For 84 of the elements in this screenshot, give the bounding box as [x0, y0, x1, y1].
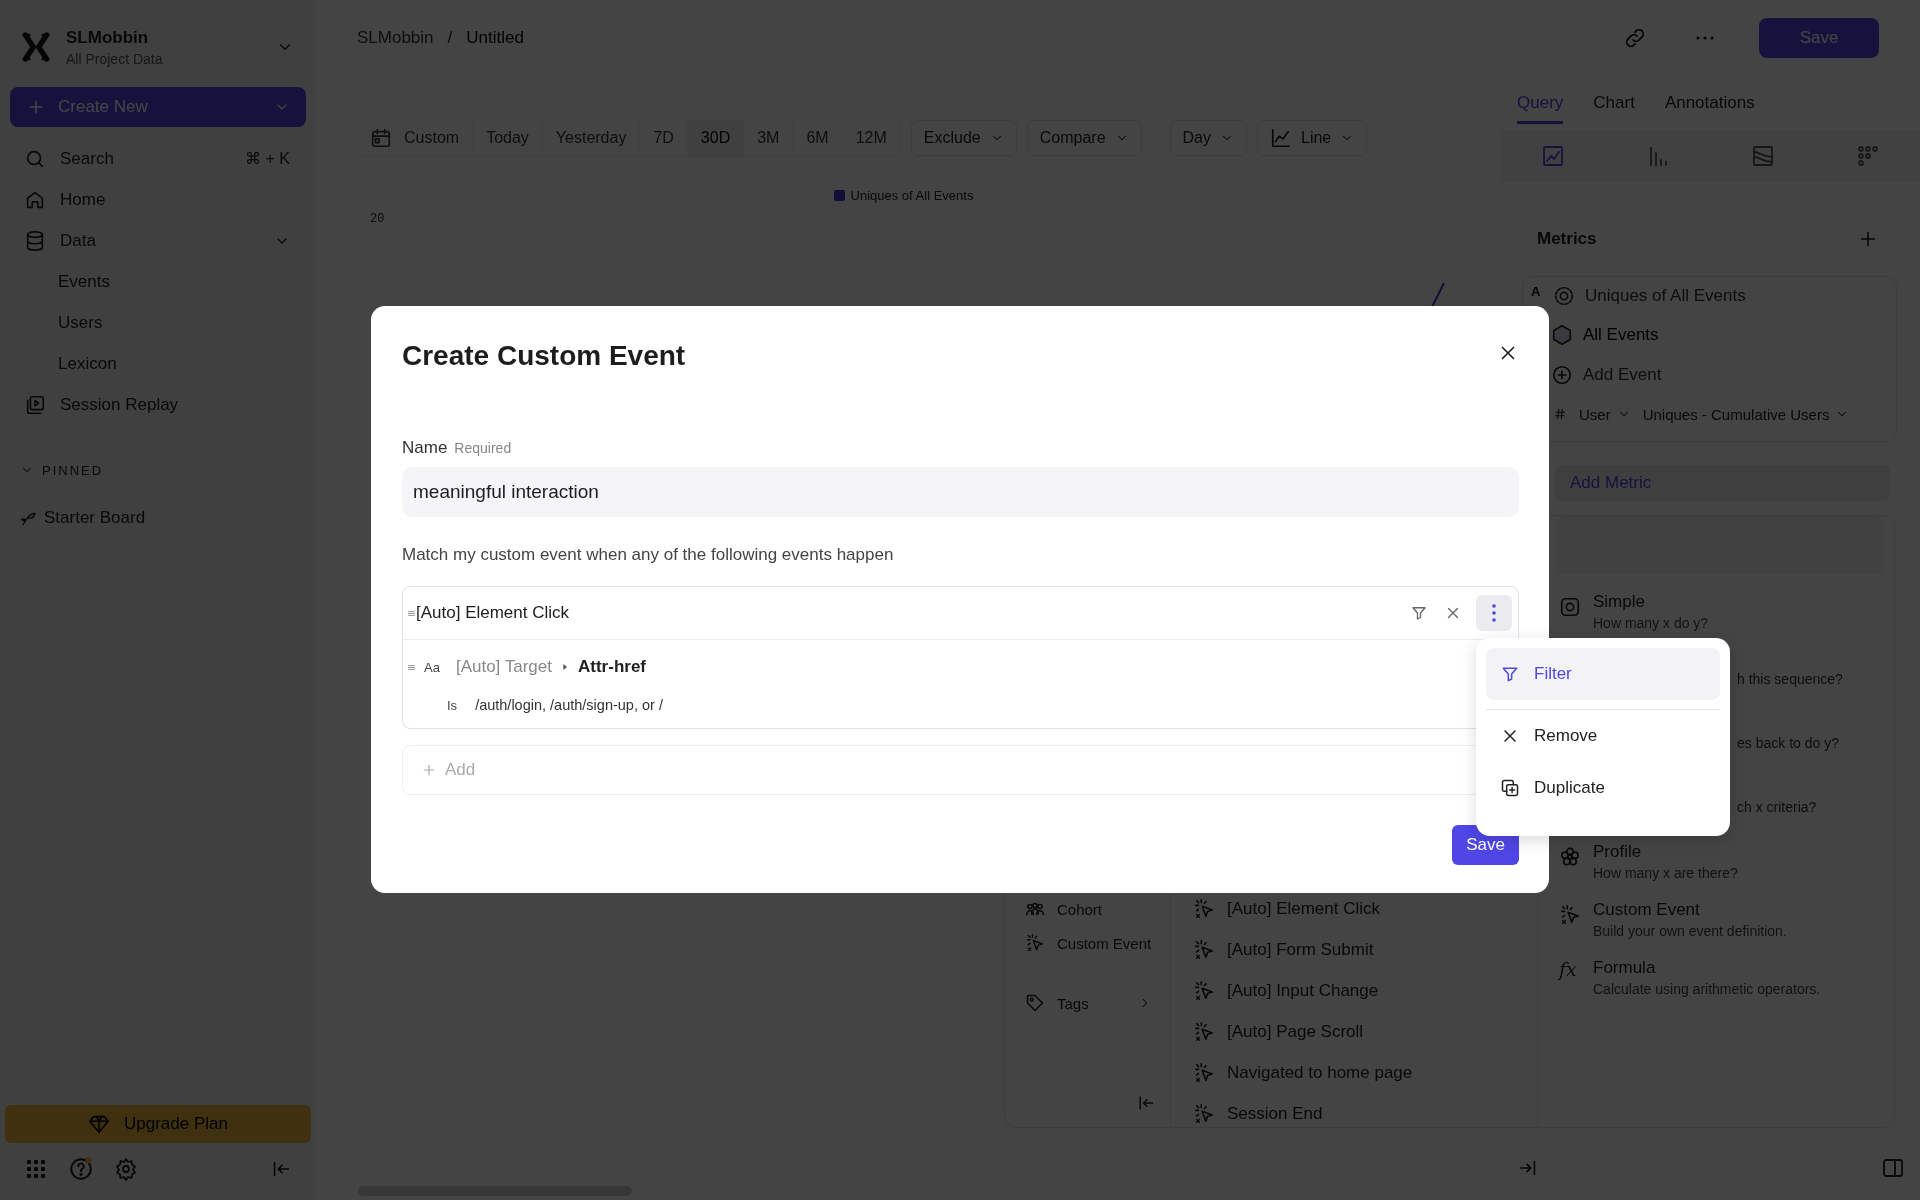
pinned-item[interactable]: Starter Board [10, 497, 306, 538]
duplicate-icon [1500, 778, 1520, 798]
chart-line [1431, 282, 1445, 308]
settings-icon[interactable] [114, 1157, 138, 1181]
sparkle-cursor-icon [1025, 933, 1045, 953]
name-field[interactable]: meaningful interaction [402, 467, 1519, 517]
instructions-text: Match my custom event when any of the following events happen [402, 545, 895, 565]
filter-value[interactable]: /auth/login, /auth/sign-up, or / [475, 697, 663, 713]
page-title: Untitled [466, 28, 524, 48]
field-label: Name [402, 438, 448, 458]
add-circle-icon [1551, 364, 1573, 386]
tag-icon [1025, 993, 1045, 1013]
event-item[interactable]: Session End [1193, 1093, 1537, 1127]
menu-item[interactable]: Filter [1486, 648, 1720, 700]
dropdown-button[interactable]: Line [1257, 120, 1368, 156]
drag-handle-icon[interactable] [407, 662, 416, 672]
tab[interactable]: Chart [1593, 76, 1635, 124]
property-group: [Auto] Target [455, 657, 552, 677]
metric-letter: A [1531, 285, 1542, 299]
filter-icon [1500, 664, 1520, 684]
apps-grid-icon[interactable] [24, 1157, 48, 1181]
sparkle-cursor-icon [1193, 979, 1215, 1002]
filter-icon[interactable] [1410, 604, 1428, 622]
section-heading: Metrics [1537, 229, 1597, 249]
more-options-button[interactable] [1476, 595, 1512, 631]
hexagon-icon [1551, 324, 1573, 346]
axis-tick-label: 20 [370, 212, 386, 226]
date-range-option[interactable]: 30D [687, 119, 745, 156]
category-item[interactable]: Cohort [1025, 892, 1156, 926]
operator-label[interactable]: Is [447, 697, 458, 713]
category-item[interactable]: Tags [1025, 986, 1156, 1020]
event-item[interactable]: [Auto] Page Scroll [1193, 1011, 1537, 1052]
link-icon[interactable] [1623, 26, 1647, 50]
event-name[interactable]: All Events [1583, 325, 1659, 345]
play-window-icon [24, 393, 46, 416]
event-item[interactable]: Navigated to home page [1193, 1052, 1537, 1093]
vertical-dots-icon [1492, 604, 1496, 622]
dropdown-button[interactable]: Uniques - Cumulative Users [1642, 405, 1850, 423]
hash-icon [1553, 407, 1567, 421]
dialog-title: Create Custom Event [402, 339, 686, 373]
workspace-name: SLMobbin [66, 27, 150, 48]
drag-handle-icon[interactable] [407, 608, 416, 618]
plus-icon [421, 762, 437, 778]
sparkle-cursor-icon [1193, 1061, 1215, 1084]
breadcrumb-separator: / [447, 28, 453, 48]
sparkle-cursor-icon [1193, 1102, 1215, 1125]
logo-icon [20, 31, 52, 63]
calendar-icon [370, 126, 392, 149]
event-item[interactable]: [Auto] Form Submit [1193, 929, 1537, 970]
nav-item[interactable]: Users [10, 302, 306, 343]
target-icon [1553, 285, 1575, 307]
sparkle-cursor-icon [1193, 1020, 1215, 1043]
nav-item[interactable]: Home [10, 179, 306, 220]
upgrade-plan-button[interactable]: Upgrade Plan [5, 1105, 311, 1143]
chart-legend: Uniques of All Events [833, 188, 974, 203]
sparkle-cursor-icon [1193, 897, 1215, 920]
sparkle-cursor-icon [1559, 904, 1581, 926]
category-item[interactable]: Custom Event [1025, 926, 1156, 960]
property-type-label: Aa [424, 659, 440, 675]
tab[interactable]: Annotations [1664, 76, 1755, 124]
diamond-icon [88, 1113, 110, 1135]
database-icon [24, 229, 46, 252]
panel-icon[interactable] [1881, 1156, 1905, 1180]
property-name[interactable]: Attr-href [578, 657, 646, 677]
nav-item[interactable]: Data [10, 220, 306, 261]
flower-icon [1559, 846, 1581, 868]
target-square-icon [1559, 596, 1581, 618]
dropdown-button[interactable]: Exclude [910, 120, 1017, 156]
event-item[interactable]: [Auto] Input Change [1193, 970, 1537, 1011]
dropdown-button[interactable]: Day [1169, 120, 1247, 156]
required-hint: Required [454, 440, 512, 456]
line-chart-icon [1541, 144, 1566, 168]
event-name: [Auto] Element Click [416, 603, 570, 623]
nav-item[interactable]: Events [10, 261, 306, 302]
dot-grid-icon [1855, 144, 1880, 168]
help-icon[interactable] [68, 1156, 94, 1182]
dropdown-button[interactable]: Compare [1026, 120, 1142, 156]
sparkle-cursor-icon [1193, 938, 1215, 961]
flow-chart-icon [1750, 144, 1775, 168]
nav-item[interactable]: Lexicon [10, 343, 306, 384]
nav-item[interactable]: Session Replay [10, 384, 306, 425]
line-chart-icon [1270, 127, 1292, 149]
dropdown-button[interactable]: User [1579, 405, 1631, 423]
formula-icon: fx [1559, 958, 1581, 980]
